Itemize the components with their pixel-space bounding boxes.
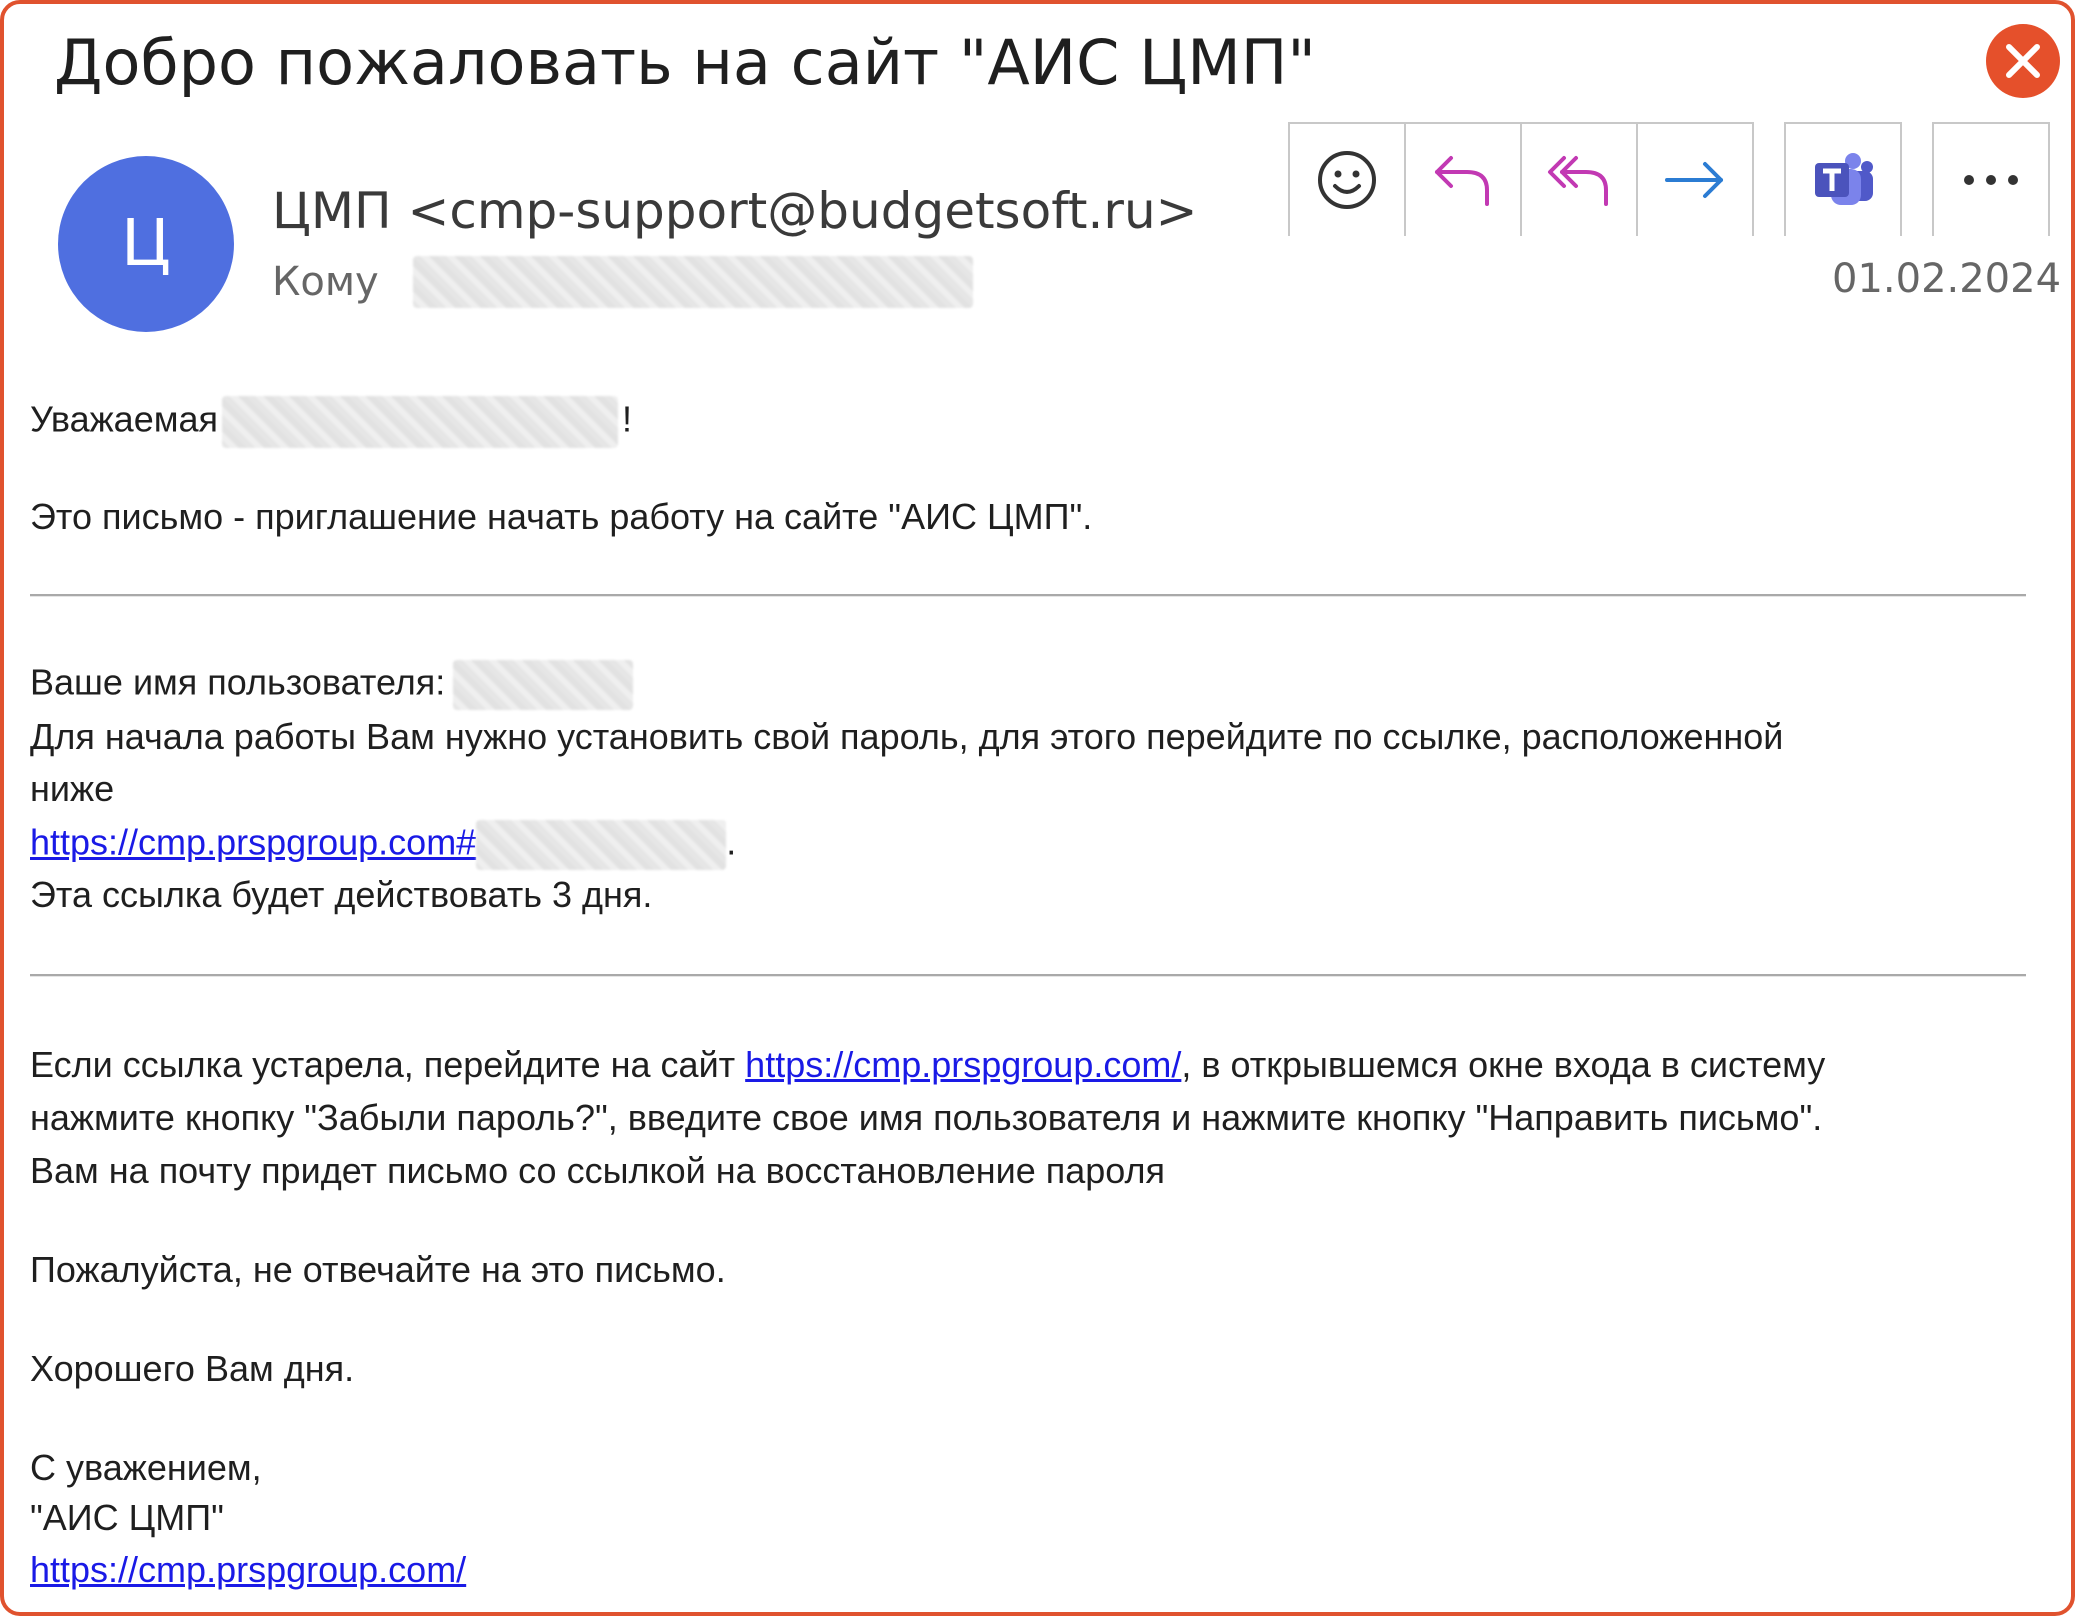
expired-line-2: нажмите кнопку "Забыли пароль?", введите… bbox=[30, 1097, 1823, 1138]
regards-text: С уважением, bbox=[30, 1447, 262, 1488]
recipient-row: Кому bbox=[272, 256, 973, 308]
reply-icon bbox=[1435, 156, 1489, 206]
expired-line-1: Если ссылка устарела, перейдите на сайт … bbox=[30, 1044, 1825, 1086]
redacted-recipient bbox=[412, 256, 973, 308]
avatar: Ц bbox=[58, 156, 234, 332]
redacted-username bbox=[453, 660, 634, 710]
username-label: Ваше имя пользователя: bbox=[30, 661, 446, 703]
smiley-icon bbox=[1318, 151, 1376, 209]
sender-address: ЦМП <cmp-support@budgetsoft.ru> bbox=[272, 182, 1198, 240]
signature-name: "АИС ЦМП" bbox=[30, 1497, 224, 1538]
reset-link-suffix: . bbox=[726, 821, 737, 863]
redacted-token bbox=[476, 820, 727, 870]
expired-line-3: Вам на почту придет письмо со ссылкой на… bbox=[30, 1150, 1166, 1191]
divider bbox=[30, 974, 2026, 977]
instruction-line-1: Для начала работы Вам нужно установить с… bbox=[30, 716, 1784, 757]
instruction-line-2: ниже bbox=[30, 768, 115, 809]
email-window: Добро пожаловать на сайт "АИС ЦМП" Ц ЦМП… bbox=[0, 0, 2075, 1616]
more-actions-button[interactable] bbox=[1932, 122, 2050, 236]
forward-button[interactable] bbox=[1636, 122, 1754, 236]
reply-all-button[interactable] bbox=[1520, 122, 1638, 236]
reset-password-link[interactable]: https://cmp.prspgroup.com# bbox=[30, 822, 476, 863]
forward-icon bbox=[1665, 162, 1723, 198]
redacted-name bbox=[221, 396, 618, 448]
validity-text: Эта ссылка будет действовать 3 дня. bbox=[30, 874, 653, 915]
intro-text: Это письмо - приглашение начать работу н… bbox=[30, 496, 1093, 537]
reply-all-icon bbox=[1548, 156, 1608, 206]
email-date: 01.02.2024 bbox=[1832, 256, 2062, 302]
teams-button[interactable] bbox=[1784, 122, 1902, 236]
more-icon bbox=[1964, 175, 2018, 185]
site-link[interactable]: https://cmp.prspgroup.com/ bbox=[745, 1044, 1181, 1085]
email-subject: Добро пожаловать на сайт "АИС ЦМП" bbox=[54, 26, 1316, 99]
good-day-text: Хорошего Вам дня. bbox=[30, 1348, 355, 1389]
close-button[interactable] bbox=[1986, 24, 2060, 98]
reset-link-line: https://cmp.prspgroup.com#. bbox=[30, 820, 736, 870]
expired-prefix: Если ссылка устарела, перейдите на сайт bbox=[30, 1044, 746, 1085]
toolbar-gap bbox=[1902, 122, 1934, 234]
close-icon bbox=[2006, 44, 2040, 78]
reply-button[interactable] bbox=[1404, 122, 1522, 236]
greeting-suffix: ! bbox=[621, 398, 632, 440]
signature-link-line: https://cmp.prspgroup.com/ bbox=[30, 1549, 466, 1591]
greeting-line: Уважаемая! bbox=[30, 396, 632, 448]
toolbar-gap bbox=[1754, 122, 1786, 234]
no-reply-text: Пожалуйста, не отвечайте на это письмо. bbox=[30, 1249, 726, 1290]
message-toolbar bbox=[1288, 122, 2050, 236]
signature-link[interactable]: https://cmp.prspgroup.com/ bbox=[30, 1549, 466, 1590]
react-button[interactable] bbox=[1288, 122, 1406, 236]
greeting-prefix: Уважаемая bbox=[30, 398, 218, 440]
teams-icon bbox=[1815, 153, 1873, 205]
username-line: Ваше имя пользователя: bbox=[30, 660, 634, 710]
divider bbox=[30, 594, 2026, 597]
expired-suffix: , в открывшемся окне входа в систему bbox=[1181, 1044, 1826, 1085]
to-label: Кому bbox=[272, 259, 379, 305]
